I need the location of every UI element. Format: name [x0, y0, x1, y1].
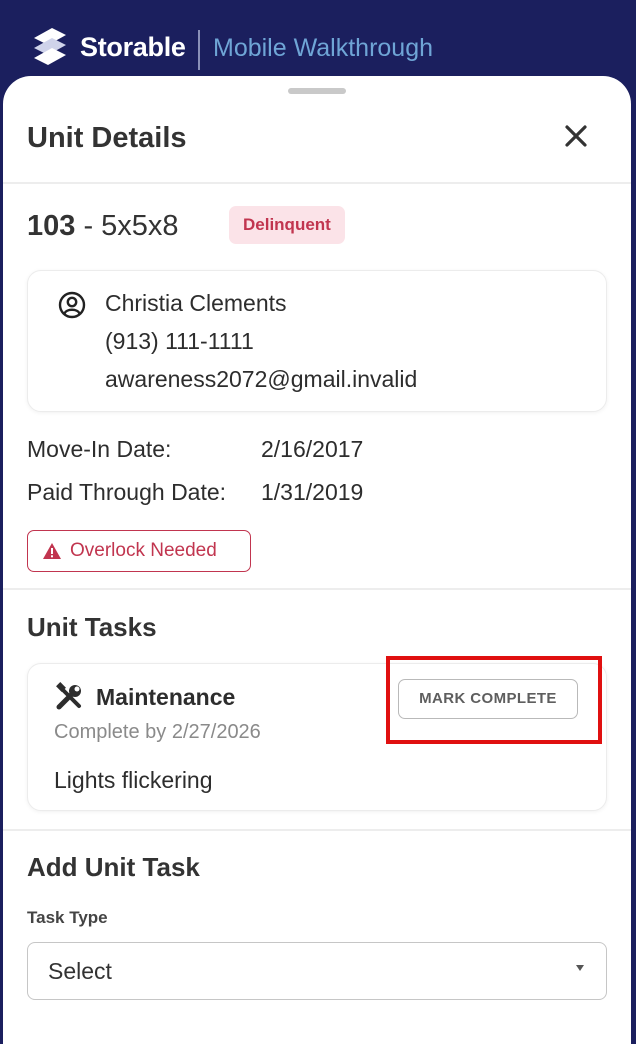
tenant-contact-card: Christia Clements (913) 111-1111 awarene… [27, 270, 607, 412]
overlock-needed-badge[interactable]: Overlock Needed [27, 530, 251, 572]
paid-through-date-value: 1/31/2019 [261, 479, 364, 505]
header-divider [3, 182, 631, 184]
task-type-select-value: Select [48, 958, 112, 984]
drag-handle[interactable] [288, 88, 346, 94]
unit-details-sheet: Unit Details 103 - 5x5x8 Delinquent Chri… [3, 76, 631, 1044]
sheet-title: Unit Details [27, 122, 187, 154]
close-icon[interactable] [558, 118, 594, 154]
person-circle-icon [58, 291, 86, 319]
unit-size: 5x5x8 [101, 210, 179, 242]
brand-name: Storable [80, 32, 186, 62]
task-type-label: Task Type [27, 908, 108, 927]
warning-icon [43, 543, 61, 559]
brand-subtitle: Mobile Walkthrough [213, 34, 434, 62]
task-type: Maintenance [96, 684, 236, 710]
unit-separator: - [75, 210, 102, 242]
tools-icon [56, 682, 81, 710]
task-description: Lights flickering [54, 767, 213, 793]
task-type-select[interactable]: Select [27, 942, 607, 1000]
paid-through-date-label: Paid Through Date: [27, 479, 227, 505]
unit-number: 103 [27, 210, 76, 242]
add-unit-task-title: Add Unit Task [27, 852, 200, 882]
overlock-label: Overlock Needed [70, 540, 217, 561]
storable-logo-icon [34, 28, 66, 65]
brand-divider [198, 30, 200, 70]
chevron-down-icon [576, 965, 584, 971]
section-divider [3, 588, 631, 590]
task-due-date: Complete by 2/27/2026 [54, 721, 261, 743]
move-in-date-value: 2/16/2017 [261, 436, 364, 462]
status-badge: Delinquent [229, 206, 345, 244]
unit-tasks-title: Unit Tasks [27, 612, 157, 642]
unit-summary: 103 - 5x5x8 [27, 210, 179, 243]
task-card: Maintenance Complete by 2/27/2026 Lights… [27, 663, 607, 811]
tenant-email[interactable]: awareness2072@gmail.invalid [105, 366, 417, 393]
section-divider-2 [3, 829, 631, 831]
tenant-name: Christia Clements [105, 290, 287, 316]
mark-complete-button[interactable]: MARK COMPLETE [398, 679, 578, 719]
move-in-date-label: Move-In Date: [27, 436, 172, 462]
tenant-phone[interactable]: (913) 111-1111 [105, 328, 254, 355]
